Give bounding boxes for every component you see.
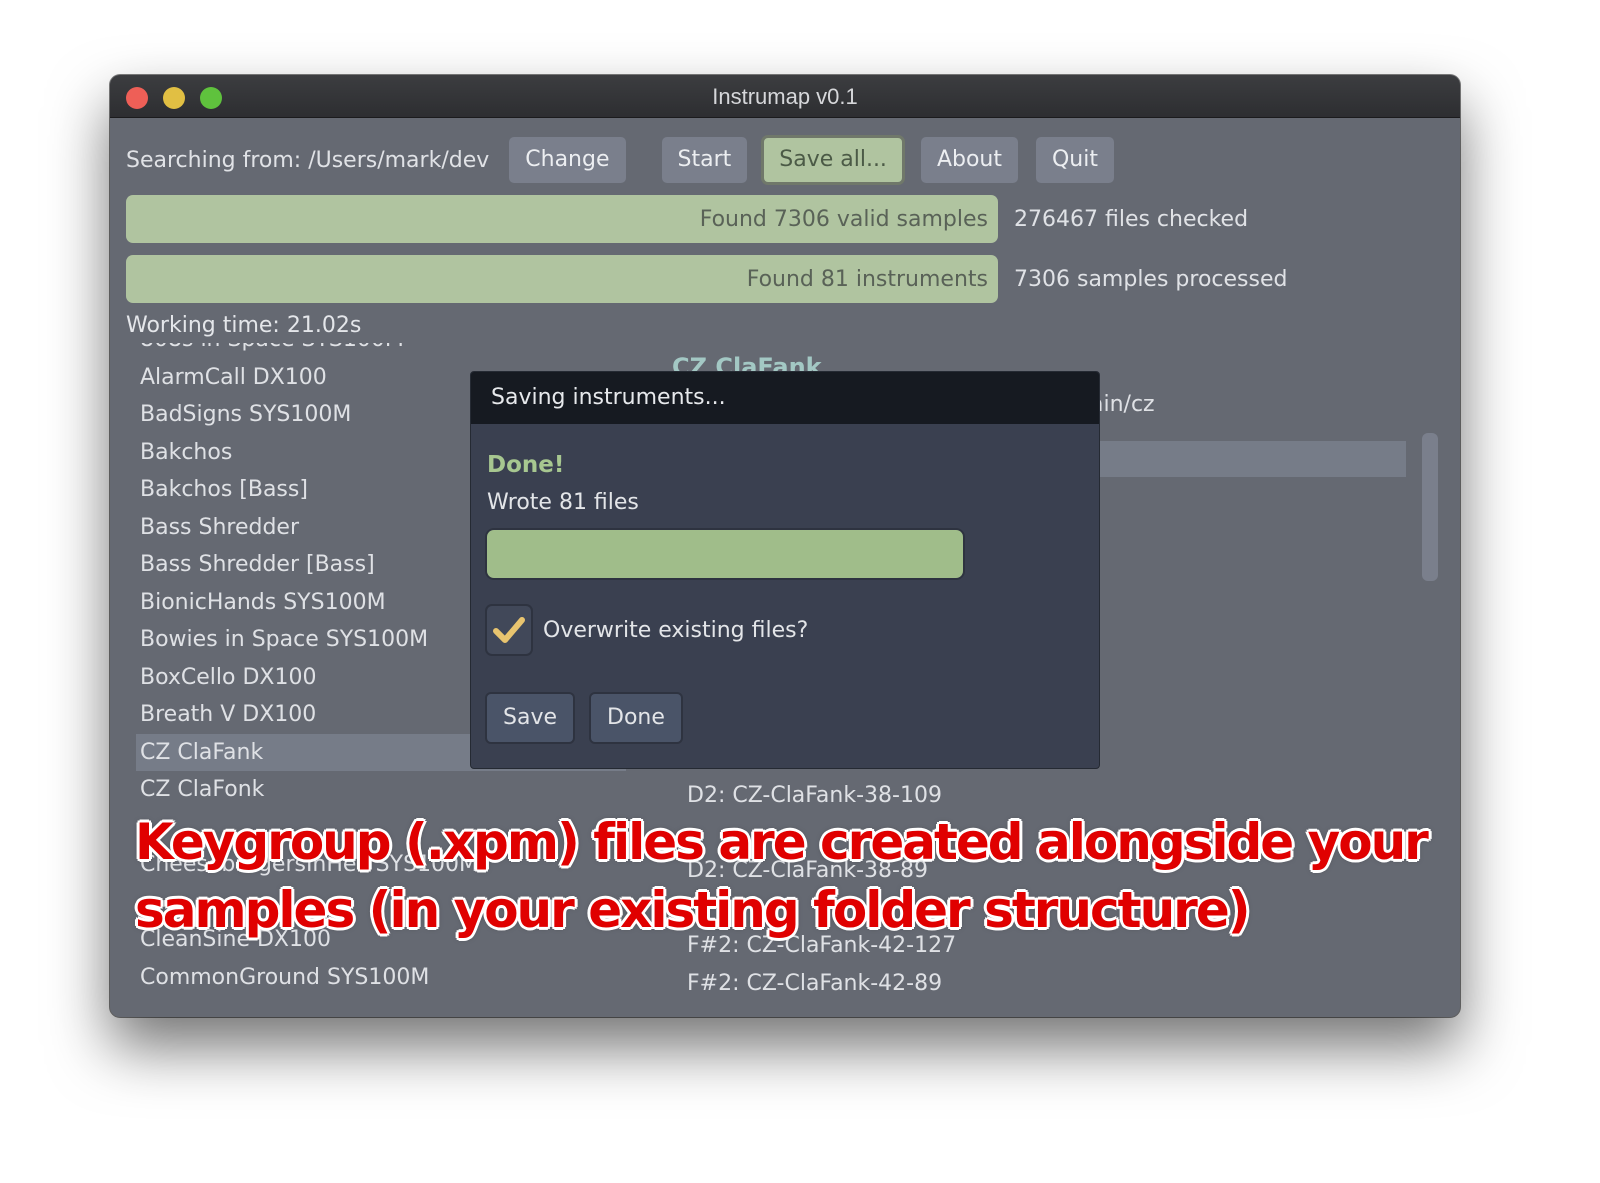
overwrite-label: Overwrite existing files? bbox=[543, 617, 809, 643]
checkmark-icon bbox=[493, 617, 525, 643]
sample-list-item[interactable]: F#2: CZ-ClaFank-42-89 bbox=[687, 965, 956, 1003]
caption-line-1: Keygroup (.xpm) files are created alongs… bbox=[135, 813, 1429, 871]
annotation-caption: Keygroup (.xpm) files are created alongs… bbox=[135, 808, 1429, 944]
working-time-label: Working time: 21.02s bbox=[126, 313, 362, 338]
instruments-progress-bar: Found 81 instruments bbox=[126, 255, 998, 303]
dialog-title: Saving instruments... bbox=[471, 372, 1099, 424]
save-all-button[interactable]: Save all... bbox=[761, 135, 905, 185]
dialog-progress-bar bbox=[487, 530, 963, 578]
samples-progress-row: Found 7306 valid samples 276467 files ch… bbox=[126, 195, 1446, 243]
quit-button[interactable]: Quit bbox=[1035, 137, 1114, 183]
caption-line-2: samples (in your existing folder structu… bbox=[135, 881, 1251, 939]
dialog-done-button[interactable]: Done bbox=[591, 694, 681, 742]
instruments-progress-row: Found 81 instruments 7306 samples proces… bbox=[126, 255, 1446, 303]
samples-progress-bar: Found 7306 valid samples bbox=[126, 195, 998, 243]
title-bar: Instrumap v0.1 bbox=[110, 75, 1460, 118]
detail-selected-row[interactable] bbox=[1100, 441, 1406, 477]
instrument-list-item[interactable]: CZ ClaFonk bbox=[136, 771, 626, 809]
detail-scrollbar[interactable] bbox=[1422, 433, 1438, 581]
files-checked-label: 276467 files checked bbox=[1014, 206, 1249, 232]
change-button[interactable]: Change bbox=[509, 137, 626, 183]
window-title: Instrumap v0.1 bbox=[712, 84, 858, 109]
instrument-list-item[interactable]: 808s in Space SYS100M bbox=[136, 343, 626, 359]
overwrite-checkbox[interactable] bbox=[487, 606, 531, 654]
instrument-list-item[interactable]: CommonGround SYS100M bbox=[136, 959, 626, 997]
search-path-label: Searching from: /Users/mark/dev bbox=[126, 147, 490, 173]
dialog-save-button[interactable]: Save bbox=[487, 694, 574, 742]
dialog-status: Done! bbox=[487, 452, 565, 478]
dialog-message: Wrote 81 files bbox=[487, 490, 639, 515]
about-button[interactable]: About bbox=[920, 137, 1018, 183]
dialog-buttons: Save Done bbox=[487, 694, 699, 742]
overwrite-row: Overwrite existing files? bbox=[487, 606, 808, 654]
samples-processed-label: 7306 samples processed bbox=[1014, 266, 1288, 292]
start-button[interactable]: Start bbox=[661, 137, 748, 183]
toolbar: Searching from: /Users/mark/dev Change S… bbox=[126, 135, 1132, 185]
saving-dialog: Saving instruments... Done! Wrote 81 fil… bbox=[470, 371, 1100, 769]
